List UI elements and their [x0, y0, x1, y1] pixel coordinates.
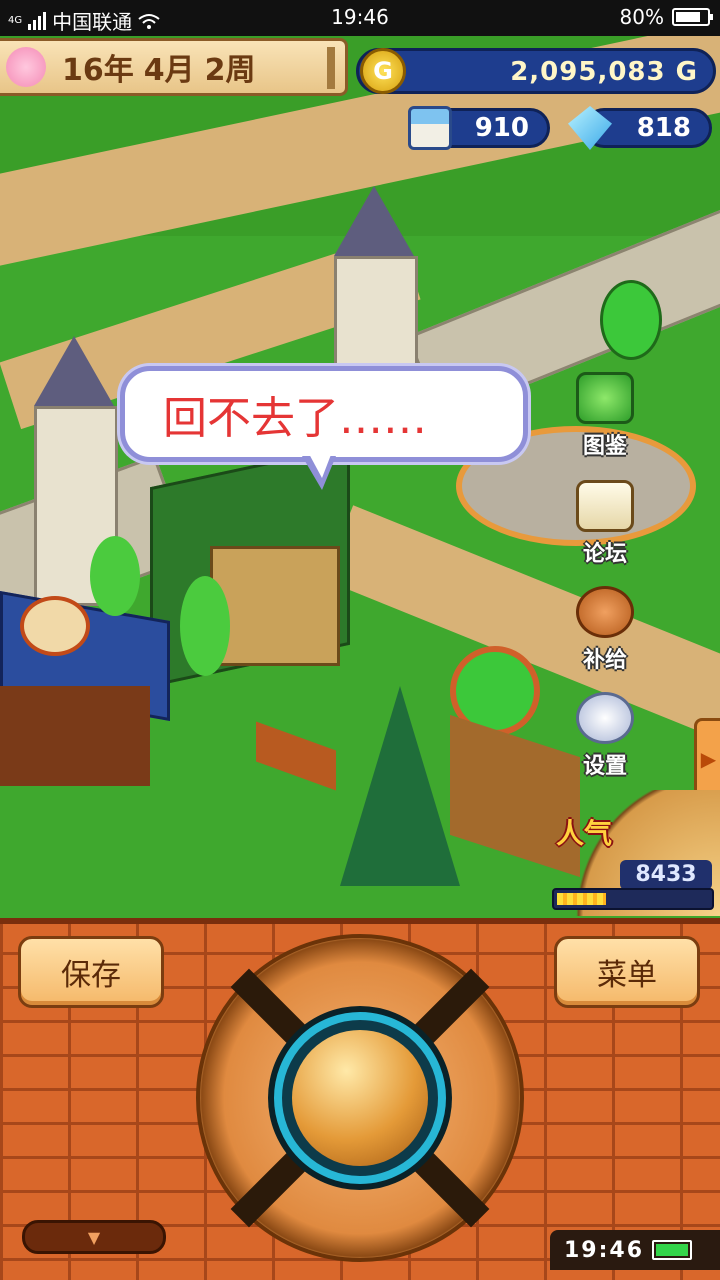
gear-icon: [576, 692, 634, 744]
expand-menu-button[interactable]: ▶: [694, 718, 720, 800]
status-time: 19:46: [331, 5, 389, 29]
panel-border: [0, 918, 720, 924]
battery-icon: [672, 8, 713, 26]
week-label: 2周: [204, 53, 256, 88]
tree: [90, 536, 140, 616]
gold-amount: 2,095,083 G: [510, 57, 698, 87]
supply-button[interactable]: 补给: [560, 584, 650, 674]
confirm-button[interactable]: [292, 1030, 428, 1166]
month-label: 4月: [143, 53, 195, 88]
tower-roof: [334, 186, 414, 256]
gold-coin-icon: G: [360, 48, 406, 94]
calendar-panel: 16年 4月 2周: [0, 38, 348, 96]
popularity-bar: [552, 888, 714, 910]
popularity-bar-fill: [557, 893, 606, 905]
food-stall: [0, 686, 150, 786]
encyclopedia-button[interactable]: 图鉴: [560, 370, 650, 460]
dirt-road: [323, 505, 720, 767]
popularity-label: 人气: [556, 817, 613, 850]
ramen-bowl-sign: [20, 596, 90, 656]
game-scene[interactable]: [0, 36, 720, 918]
flower-bed: [256, 721, 336, 791]
direction-pad[interactable]: [196, 934, 524, 1262]
pine-tree: [340, 686, 460, 886]
monster-icon: [576, 372, 634, 424]
tree: [180, 576, 230, 676]
menu-button[interactable]: 菜单: [554, 936, 700, 1008]
game-clock-time: 19:46: [564, 1237, 645, 1263]
chevron-down-icon: ▼: [87, 1227, 101, 1247]
game-battery-fill: [656, 1244, 689, 1256]
divider: [327, 47, 335, 89]
year-label: 16年: [62, 53, 134, 88]
quill-scroll-icon: [576, 480, 634, 532]
collapse-button[interactable]: ▼: [22, 1220, 166, 1254]
meat-icon: [576, 586, 634, 638]
settings-button[interactable]: 设置: [560, 690, 650, 780]
game-battery-icon: [652, 1240, 693, 1260]
status-bar: 4G 中国联通 19:46 80%: [0, 0, 720, 36]
chevron-right-icon: ▶: [700, 747, 717, 771]
tree: [600, 280, 662, 360]
forum-button[interactable]: 论坛: [560, 478, 650, 568]
house: [210, 546, 340, 666]
house-icon: [408, 106, 452, 150]
battery-percent: 80%: [619, 5, 664, 29]
popularity-value: 8433: [620, 860, 712, 890]
game-clock: 19:46: [550, 1230, 720, 1270]
save-button[interactable]: 保存: [18, 936, 164, 1008]
speech-bubble: 回不去了……: [120, 366, 528, 462]
speech-bubble-tail: [302, 452, 336, 490]
tower-roof: [34, 336, 114, 406]
cherry-blossom-icon: [6, 47, 46, 87]
